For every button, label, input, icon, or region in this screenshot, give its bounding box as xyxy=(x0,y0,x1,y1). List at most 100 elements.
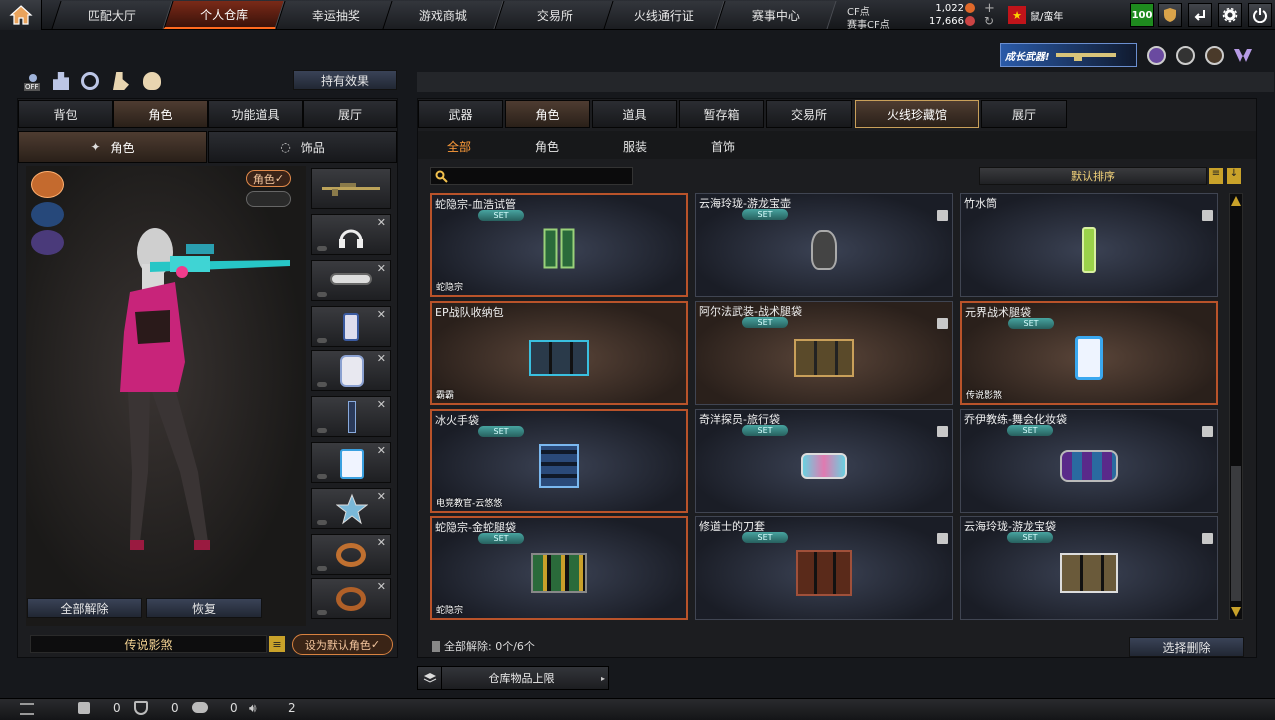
restore-button[interactable]: 恢复 xyxy=(146,598,262,618)
remove-icon[interactable]: ✕ xyxy=(377,536,386,549)
remove-icon[interactable]: ✕ xyxy=(377,444,386,457)
tab-weapons[interactable]: 武器 xyxy=(418,100,503,128)
power-button[interactable] xyxy=(1248,3,1272,27)
nav-tab-pass[interactable]: 火线通行证 xyxy=(603,1,725,29)
slot-star[interactable]: ✕ xyxy=(311,488,391,529)
lock-icon[interactable] xyxy=(1202,426,1213,437)
scroll-up-icon[interactable] xyxy=(1231,196,1241,206)
remove-icon[interactable]: ✕ xyxy=(377,490,386,503)
toggle-switch[interactable]: OFF xyxy=(24,73,42,91)
item-card[interactable]: 修道士的刀套 SET xyxy=(695,516,953,620)
user-info[interactable]: ★ 鼠/蛮年 xyxy=(1004,1,1126,29)
nav-tab-events[interactable]: 赛事中心 xyxy=(715,1,837,29)
tab-characters[interactable]: 角色 xyxy=(505,100,590,128)
back-button[interactable] xyxy=(1188,3,1212,27)
crosshair-icon[interactable] xyxy=(1176,46,1195,65)
nav-tab-match-lobby[interactable]: 匹配大厅 xyxy=(51,1,173,29)
list-icon[interactable]: ≡ xyxy=(269,636,285,652)
tab-showroom-right[interactable]: 展厅 xyxy=(981,100,1067,128)
remove-icon[interactable]: ✕ xyxy=(377,262,386,275)
capacity-bar[interactable]: 仓库物品上限 ▸ xyxy=(417,666,609,690)
nav-tab-warehouse[interactable]: 个人仓库 xyxy=(163,1,285,29)
tab-character[interactable]: 角色 xyxy=(113,100,208,128)
lock-icon[interactable] xyxy=(937,210,948,221)
friends-icon[interactable] xyxy=(78,702,90,714)
vip-icon[interactable] xyxy=(1233,46,1253,65)
subtab-jewelry[interactable]: 首饰 xyxy=(696,137,750,155)
slot-flashlight[interactable]: ✕ xyxy=(311,396,391,437)
tab-function-items[interactable]: 功能道具 xyxy=(208,100,303,128)
nav-tab-exchange[interactable]: 交易所 xyxy=(494,1,616,29)
rotate-icon[interactable] xyxy=(81,72,99,90)
item-card[interactable]: 奇洋探员-旅行袋 SET xyxy=(695,409,953,513)
nav-tab-shop[interactable]: 游戏商城 xyxy=(382,1,504,29)
item-card[interactable]: 元界战术腿袋 SET 传说影煞 xyxy=(960,301,1218,405)
sort-dropdown[interactable]: 默认排序 xyxy=(979,167,1207,185)
tab-showroom[interactable]: 展厅 xyxy=(303,100,397,128)
subtab-accessories[interactable]: ◌ 饰品 xyxy=(208,131,397,163)
select-delete-button[interactable]: 选择删除 xyxy=(1129,637,1244,657)
lock-icon[interactable] xyxy=(937,318,948,329)
item-card[interactable]: 乔伊教练-舞会化妆袋 SET xyxy=(960,409,1218,513)
subtab-all[interactable]: 全部 xyxy=(430,137,488,155)
badge-icon-1[interactable] xyxy=(1147,46,1166,65)
item-card[interactable]: 阿尔法武装-战术腿袋 SET xyxy=(695,301,953,405)
unequip-all-button[interactable]: 全部解除 xyxy=(27,598,142,618)
lock-icon[interactable] xyxy=(1202,533,1213,544)
slot-ring-2[interactable]: ✕ xyxy=(311,578,391,619)
set-default-button[interactable]: 设为默认角色 ✓ xyxy=(292,634,393,655)
shield-button[interactable] xyxy=(1158,3,1182,27)
badge-icon-2[interactable] xyxy=(1205,46,1224,65)
search-field[interactable] xyxy=(430,167,633,185)
sort-direction-icon[interactable]: ↓ xyxy=(1227,168,1241,184)
chat-icon[interactable] xyxy=(192,702,208,713)
visibility-toggle[interactable] xyxy=(246,191,291,207)
settings-button[interactable] xyxy=(1218,3,1242,27)
role-badge[interactable]: 角色 ✓ xyxy=(246,170,291,187)
slot-armor[interactable]: ✕ xyxy=(311,350,391,391)
tab-backpack[interactable]: 背包 xyxy=(18,100,113,128)
slot-ring-1[interactable]: ✕ xyxy=(311,534,391,575)
stats-icon[interactable] xyxy=(53,72,69,90)
tab-items[interactable]: 道具 xyxy=(592,100,677,128)
pose-icon[interactable] xyxy=(113,72,129,90)
lock-icon[interactable] xyxy=(1202,210,1213,221)
item-card[interactable]: 蛇隐宗-金蛇腿袋 SET 蛇隐宗 xyxy=(430,516,688,620)
item-card[interactable]: 云海玲珑-游龙宝袋 SET xyxy=(960,516,1218,620)
search-input[interactable] xyxy=(452,169,622,183)
speaker-icon[interactable]: 🔊︎ xyxy=(249,701,257,716)
slot-weapon[interactable] xyxy=(311,168,391,209)
character-name-field[interactable]: 传说影煞 xyxy=(30,635,267,653)
remove-icon[interactable]: ✕ xyxy=(377,308,386,321)
item-card[interactable]: EP战队收纳包 霸霸 xyxy=(430,301,688,405)
nav-tab-lucky-draw[interactable]: 幸运抽奖 xyxy=(275,1,397,29)
refresh-icon[interactable]: ↻ xyxy=(984,14,994,28)
slot-mask[interactable]: ✕ xyxy=(311,260,391,301)
remove-icon[interactable]: ✕ xyxy=(377,580,386,593)
subtab-clothing[interactable]: 服装 xyxy=(608,137,662,155)
scrollbar[interactable] xyxy=(1229,193,1243,620)
scroll-thumb[interactable] xyxy=(1231,466,1241,601)
remove-icon[interactable]: ✕ xyxy=(377,216,386,229)
wing-icon-blue[interactable] xyxy=(31,202,64,227)
remove-icon[interactable]: ✕ xyxy=(377,398,386,411)
item-card[interactable]: 竹水筒 xyxy=(960,193,1218,297)
slot-pouch[interactable]: ✕ xyxy=(311,442,391,483)
tab-collection[interactable]: 火线珍藏馆 xyxy=(855,100,979,128)
effects-button[interactable]: 持有效果 xyxy=(293,70,397,90)
bag-icon[interactable] xyxy=(143,72,161,90)
slot-radio[interactable]: ✕ xyxy=(311,306,391,347)
subtab-role[interactable]: 角色 xyxy=(520,137,574,155)
subtab-character[interactable]: ✦ 角色 xyxy=(18,131,207,163)
item-card[interactable]: 云海玲珑-游龙宝壶 SET xyxy=(695,193,953,297)
tab-exchange[interactable]: 交易所 xyxy=(766,100,852,128)
tab-storage-box[interactable]: 暂存箱 xyxy=(679,100,764,128)
wing-icon-orange[interactable] xyxy=(31,171,64,198)
wing-icon-purple[interactable] xyxy=(31,230,64,255)
item-card[interactable]: 冰火手袋 SET 电竞教官-云悠悠 xyxy=(430,409,688,513)
lock-icon[interactable] xyxy=(937,426,948,437)
home-button[interactable] xyxy=(0,0,42,30)
remove-icon[interactable]: ✕ xyxy=(377,352,386,365)
sort-list-icon[interactable]: ≡ xyxy=(1209,168,1223,184)
menu-icon[interactable] xyxy=(20,703,34,715)
